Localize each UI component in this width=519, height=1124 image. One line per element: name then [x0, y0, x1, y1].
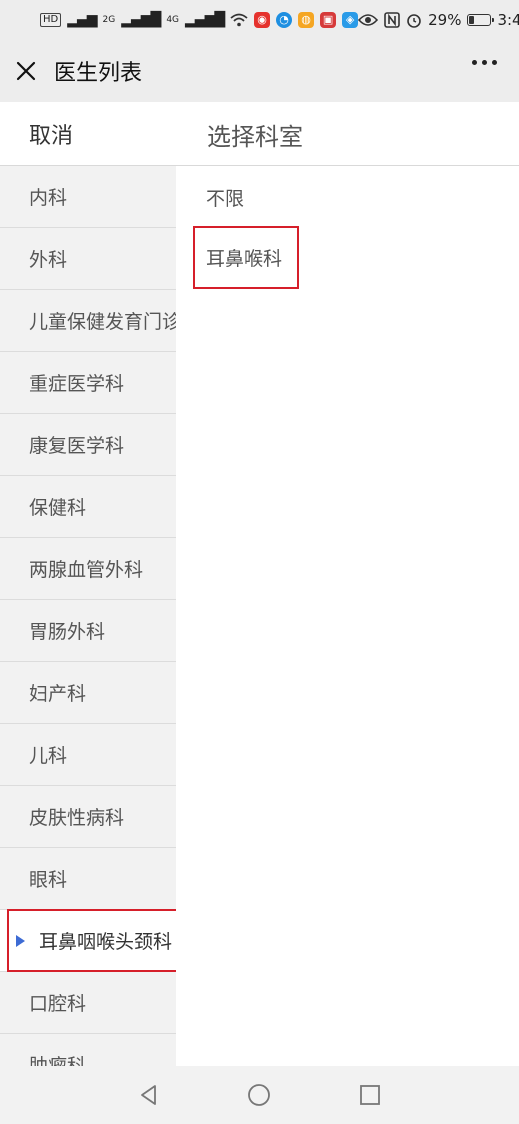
department-item[interactable]: 儿童保健发育门诊	[0, 290, 176, 352]
department-item[interactable]: 重症医学科	[0, 352, 176, 414]
department-item[interactable]: 肿瘤科	[0, 1034, 176, 1066]
department-label: 口腔科	[29, 993, 87, 1015]
wifi-icon	[230, 13, 248, 27]
home-nav-icon[interactable]	[247, 1083, 271, 1107]
department-item[interactable]: 外科	[0, 228, 176, 290]
department-picker-header: 取消 选择科室	[0, 102, 519, 166]
department-item[interactable]: 妇产科	[0, 662, 176, 724]
department-label: 重症医学科	[29, 373, 125, 395]
nfc-icon	[384, 12, 400, 28]
department-item[interactable]: 两腺血管外科	[0, 538, 176, 600]
eye-comfort-icon	[358, 14, 379, 26]
network-2g-label: 2G	[102, 15, 116, 25]
page-title: 医生列表	[54, 61, 143, 86]
department-label: 儿童保健发育门诊	[29, 311, 176, 333]
weibo-app-icon: ◉	[254, 12, 271, 28]
department-label: 外科	[29, 249, 68, 271]
department-item[interactable]: 康复医学科	[0, 414, 176, 476]
department-item[interactable]: 口腔科	[0, 972, 176, 1034]
sub-department-panel: 不限 耳鼻喉科	[176, 166, 519, 1066]
signal-icon: ▂▄▆█	[121, 12, 161, 28]
department-label: 儿科	[29, 745, 68, 767]
department-label: 皮肤性病科	[29, 807, 125, 829]
clock-time: 3:48	[497, 11, 519, 29]
more-dot-icon	[472, 60, 477, 65]
alipay-app-icon: ◈	[342, 12, 359, 28]
alarm-icon	[407, 14, 421, 28]
department-item[interactable]: 保健科	[0, 476, 176, 538]
department-list[interactable]: 内科外科儿童保健发育门诊 重症医学科康复医学科保健科两腺血管外科 胃肠外科妇产科儿科…	[0, 166, 176, 1066]
status-right: 29% 3:48	[358, 11, 519, 29]
system-nav-bar	[0, 1066, 519, 1124]
status-left: HD ▂▄▆ 2G ▂▄▆█ 4G ▂▄▆█ ◉ ◔ ◍ ▣ ◈	[40, 12, 359, 28]
sub-department-option[interactable]: 不限	[206, 184, 244, 211]
more-dot-icon	[482, 60, 487, 65]
department-label: 两腺血管外科	[29, 559, 144, 581]
department-item[interactable]: 眼科	[0, 848, 176, 910]
app-notification-icon: ◍	[298, 12, 315, 28]
department-item[interactable]: 耳鼻咽喉头颈科	[0, 910, 176, 972]
browser-app-icon: ◔	[276, 12, 293, 28]
status-bar: HD ▂▄▆ 2G ▂▄▆█ 4G ▂▄▆█ ◉ ◔ ◍ ▣ ◈ 29% 3:4	[0, 0, 519, 40]
department-item[interactable]: 胃肠外科	[0, 600, 176, 662]
battery-icon	[467, 14, 495, 26]
app-bar: 医生列表	[0, 40, 519, 102]
sub-department-option[interactable]: 耳鼻喉科	[206, 244, 282, 271]
department-item[interactable]: 皮肤性病科	[0, 786, 176, 848]
department-label: 康复医学科	[29, 435, 125, 457]
department-label: 耳鼻咽喉头颈科	[39, 931, 173, 953]
signal-icon: ▂▄▆	[67, 12, 97, 28]
department-item[interactable]: 儿科	[0, 724, 176, 786]
selected-triangle-icon	[16, 934, 25, 947]
cancel-button[interactable]: 取消	[29, 118, 73, 150]
back-nav-icon[interactable]	[137, 1083, 161, 1107]
recents-nav-icon[interactable]	[358, 1083, 382, 1107]
picker-title: 选择科室	[207, 123, 303, 151]
signal-icon: ▂▄▆█	[185, 12, 225, 28]
department-label: 肿瘤科	[29, 1055, 87, 1066]
hd-badge: HD	[40, 13, 62, 27]
close-button[interactable]	[0, 40, 52, 102]
department-item[interactable]: 内科	[0, 166, 176, 228]
app-notification-icon: ▣	[320, 12, 337, 28]
department-label: 保健科	[29, 497, 87, 519]
more-dot-icon	[492, 60, 497, 65]
department-label: 妇产科	[29, 683, 87, 705]
department-label: 胃肠外科	[29, 621, 106, 643]
battery-percent: 29%	[428, 11, 462, 29]
department-label: 眼科	[29, 869, 68, 891]
network-4g-label: 4G	[166, 15, 180, 25]
department-label: 内科	[29, 187, 68, 209]
close-icon	[16, 61, 36, 81]
more-options-button[interactable]	[472, 60, 497, 65]
